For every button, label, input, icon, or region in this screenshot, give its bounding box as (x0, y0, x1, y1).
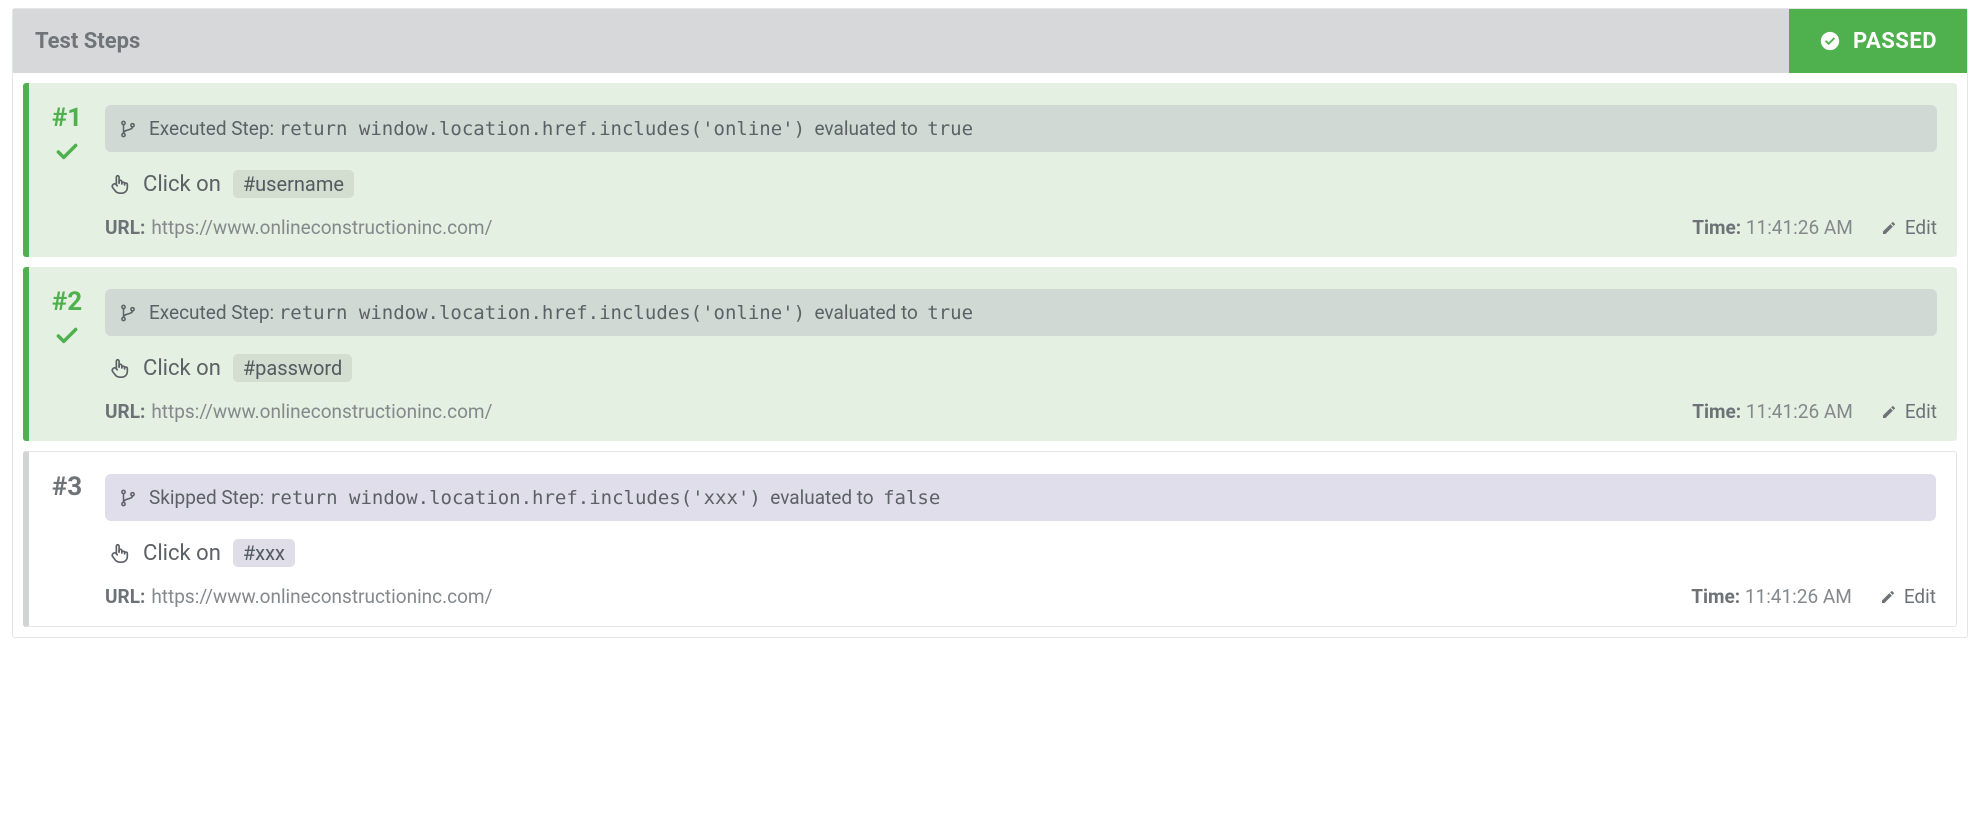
meta-url: URL: https://www.onlineconstructioninc.c… (105, 585, 492, 608)
step-id-column: #2 (47, 289, 87, 349)
step-card: #1 Executed Step: return window.location… (23, 83, 1957, 257)
eval-text: Skipped Step: return window.location.hre… (149, 486, 940, 509)
step-id-column: #1 (47, 105, 87, 165)
meta-time: Time: 11:41:26 AM (1691, 585, 1852, 608)
branch-icon (119, 120, 137, 138)
selector-chip: #username (233, 170, 354, 198)
edit-button[interactable]: Edit (1881, 216, 1937, 239)
meta-url: URL: https://www.onlineconstructioninc.c… (105, 216, 492, 239)
action-row: Click on #password (105, 354, 1937, 382)
eval-text: Executed Step: return window.location.hr… (149, 301, 973, 324)
action-row: Click on #xxx (105, 539, 1936, 567)
time-value: 11:41:26 AM (1746, 216, 1853, 239)
meta-row: URL: https://www.onlineconstructioninc.c… (105, 400, 1937, 423)
step-body: Executed Step: return window.location.hr… (105, 289, 1937, 423)
status-text: PASSED (1853, 29, 1937, 54)
test-steps-panel: Test Steps PASSED #1 Executed S (12, 8, 1968, 638)
meta-time: Time: 11:41:26 AM (1692, 216, 1853, 239)
eval-row: Skipped Step: return window.location.hre… (105, 474, 1936, 521)
action-row: Click on #username (105, 170, 1937, 198)
url-value: https://www.onlineconstructioninc.com/ (151, 585, 492, 608)
steps-container: #1 Executed Step: return window.location… (13, 83, 1967, 627)
eval-text: Executed Step: return window.location.hr… (149, 117, 973, 140)
step-number: #3 (52, 474, 82, 500)
step-number: #1 (52, 105, 82, 131)
edit-button[interactable]: Edit (1881, 400, 1937, 423)
selector-chip: #xxx (233, 539, 295, 567)
step-number: #2 (52, 289, 82, 315)
url-label: URL: (105, 216, 145, 239)
step-body: Executed Step: return window.location.hr… (105, 105, 1937, 239)
meta-right: Time: 11:41:26 AM Edit (1691, 585, 1936, 608)
step-card: #3 Skipped Step: return window.location.… (23, 451, 1957, 627)
action-label: Click on (143, 541, 221, 566)
meta-url: URL: https://www.onlineconstructioninc.c… (105, 400, 492, 423)
time-label: Time: (1692, 400, 1741, 423)
panel-header: Test Steps PASSED (13, 9, 1967, 73)
time-label: Time: (1692, 216, 1741, 239)
step-id-column: #3 (47, 474, 87, 500)
pointer-icon (109, 357, 131, 379)
edit-label: Edit (1905, 400, 1937, 423)
branch-icon (119, 489, 137, 507)
edit-button[interactable]: Edit (1880, 585, 1936, 608)
meta-right: Time: 11:41:26 AM Edit (1692, 400, 1937, 423)
check-circle-icon (1819, 30, 1841, 52)
eval-row: Executed Step: return window.location.hr… (105, 289, 1937, 336)
url-value: https://www.onlineconstructioninc.com/ (151, 400, 492, 423)
pencil-icon (1880, 589, 1896, 605)
pencil-icon (1881, 404, 1897, 420)
edit-label: Edit (1904, 585, 1936, 608)
meta-right: Time: 11:41:26 AM Edit (1692, 216, 1937, 239)
time-label: Time: (1691, 585, 1740, 608)
pointer-icon (109, 173, 131, 195)
url-value: https://www.onlineconstructioninc.com/ (151, 216, 492, 239)
check-icon (54, 323, 80, 349)
pointer-icon (109, 542, 131, 564)
branch-icon (119, 304, 137, 322)
url-label: URL: (105, 400, 145, 423)
action-label: Click on (143, 356, 221, 381)
meta-time: Time: 11:41:26 AM (1692, 400, 1853, 423)
status-badge: PASSED (1789, 9, 1967, 73)
time-value: 11:41:26 AM (1745, 585, 1852, 608)
eval-row: Executed Step: return window.location.hr… (105, 105, 1937, 152)
step-body: Skipped Step: return window.location.hre… (105, 474, 1936, 608)
action-label: Click on (143, 172, 221, 197)
check-icon (54, 139, 80, 165)
meta-row: URL: https://www.onlineconstructioninc.c… (105, 585, 1936, 608)
panel-title: Test Steps (35, 29, 140, 54)
pencil-icon (1881, 220, 1897, 236)
step-card: #2 Executed Step: return window.location… (23, 267, 1957, 441)
time-value: 11:41:26 AM (1746, 400, 1853, 423)
selector-chip: #password (233, 354, 352, 382)
url-label: URL: (105, 585, 145, 608)
meta-row: URL: https://www.onlineconstructioninc.c… (105, 216, 1937, 239)
edit-label: Edit (1905, 216, 1937, 239)
